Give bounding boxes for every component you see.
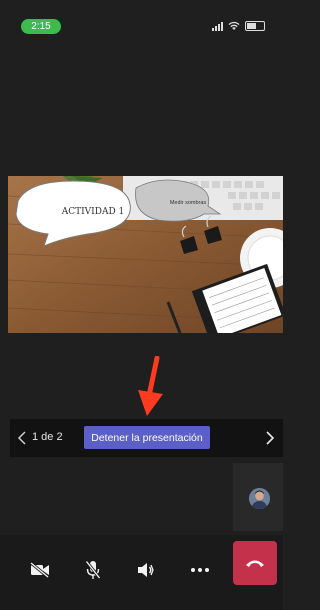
system-icons (212, 21, 265, 31)
more-options-button[interactable] (178, 548, 222, 592)
wifi-icon (228, 21, 240, 30)
presentation-bar: 1 de 2 Detener la presentación (10, 419, 283, 457)
annotation-arrow-icon (138, 356, 163, 416)
battery-icon (245, 21, 265, 31)
speaker-button[interactable] (124, 548, 168, 592)
status-bar: 2:15 (0, 0, 283, 46)
camera-toggle-button[interactable] (18, 548, 62, 592)
mute-toggle-button[interactable] (71, 548, 115, 592)
next-slide-chevron-icon[interactable] (265, 430, 275, 446)
slide-image (8, 176, 283, 333)
slide-title-text: ACTIVIDAD 1 (61, 207, 125, 217)
mic-off-icon (85, 560, 101, 579)
hang-up-icon (246, 560, 264, 567)
slide-page-indicator: 1 de 2 (32, 431, 63, 443)
status-time: 2:15 (21, 19, 61, 34)
stop-presenting-button[interactable]: Detener la presentación (84, 426, 210, 449)
call-controls-bar (0, 535, 283, 610)
speaker-icon (138, 563, 154, 577)
hang-up-button[interactable] (233, 541, 277, 585)
avatar-image (249, 488, 270, 509)
previous-slide-chevron-icon[interactable] (17, 430, 27, 446)
slide-subtitle-text: Medir sombras (169, 200, 207, 206)
video-off-icon (30, 562, 49, 578)
signal-icon (212, 21, 223, 31)
shared-screen: ACTIVIDAD 1 Medir sombras (8, 176, 283, 333)
meeting-screen: 2:15 ACTIVIDAD 1 Medir sombras 1 de 2 De… (0, 0, 283, 610)
more-icon (191, 568, 209, 572)
self-view-tile[interactable] (233, 463, 283, 531)
avatar (249, 488, 270, 509)
